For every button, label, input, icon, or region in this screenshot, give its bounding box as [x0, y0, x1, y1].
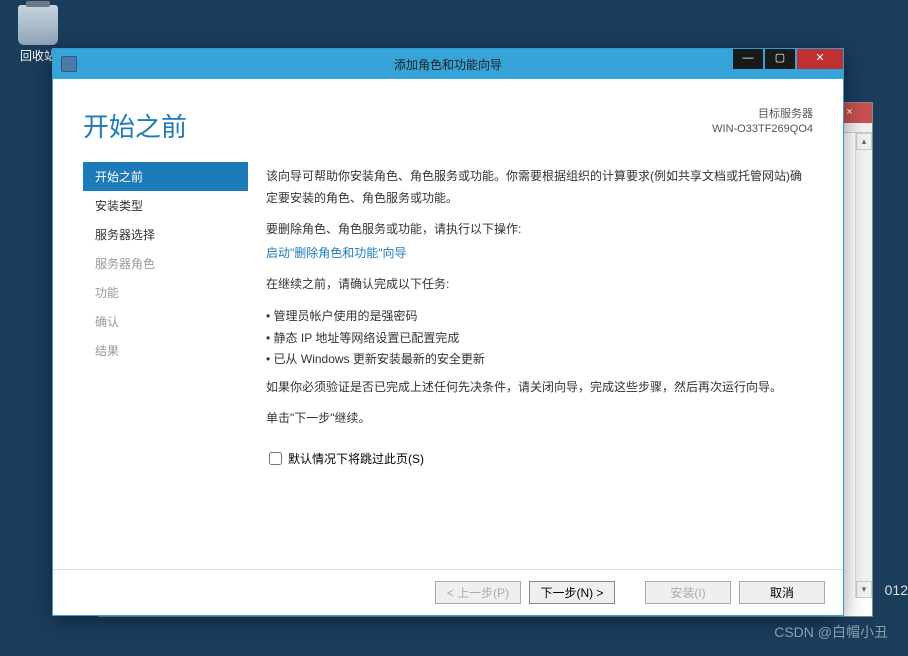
- sidebar-item-features: 功能: [83, 278, 248, 307]
- sidebar-item-results: 结果: [83, 336, 248, 365]
- sidebar-item-install-type[interactable]: 安装类型: [83, 191, 248, 220]
- add-roles-wizard-dialog: 添加角色和功能向导 — ▢ ✕ 开始之前 目标服务器 WIN-O33TF269Q…: [52, 48, 844, 616]
- continue-note: 单击"下一步"继续。: [266, 408, 813, 430]
- target-server-name: WIN-O33TF269QO4: [712, 122, 813, 137]
- sidebar-item-server-roles: 服务器角色: [83, 249, 248, 278]
- remove-roles-link[interactable]: 启动"删除角色和功能"向导: [266, 243, 813, 265]
- scroll-down-button[interactable]: ▾: [856, 581, 872, 598]
- wizard-app-icon: [61, 56, 77, 72]
- intro-text: 该向导可帮助你安装角色、角色服务或功能。你需要根据组织的计算要求(例如共享文档或…: [266, 166, 813, 209]
- skip-page-checkbox[interactable]: [269, 452, 282, 465]
- close-button[interactable]: ✕: [797, 49, 843, 69]
- wizard-header: 开始之前 目标服务器 WIN-O33TF269QO4: [53, 79, 843, 162]
- cancel-button[interactable]: 取消: [739, 581, 825, 604]
- wizard-main-content: 该向导可帮助你安装角色、角色服务或功能。你需要根据组织的计算要求(例如共享文档或…: [248, 162, 813, 440]
- task-strong-password: 管理员帐户使用的是强密码: [266, 306, 813, 328]
- remove-prompt: 要删除角色、角色服务或功能，请执行以下操作:: [266, 219, 813, 241]
- target-label: 目标服务器: [712, 107, 813, 122]
- sidebar-item-server-selection[interactable]: 服务器选择: [83, 220, 248, 249]
- verify-note: 如果你必须验证是否已完成上述任何先决条件，请关闭向导，完成这些步骤，然后再次运行…: [266, 377, 813, 399]
- sidebar-item-before-begin[interactable]: 开始之前: [83, 162, 248, 191]
- skip-page-row: 默认情况下将跳过此页(S): [53, 440, 843, 467]
- window-controls: — ▢ ✕: [731, 49, 843, 69]
- skip-page-label: 默认情况下将跳过此页(S): [288, 450, 424, 467]
- minimize-button[interactable]: —: [733, 49, 763, 69]
- tasks-list: 管理员帐户使用的是强密码 静态 IP 地址等网络设置已配置完成 已从 Windo…: [266, 306, 813, 371]
- scroll-up-button[interactable]: ▴: [856, 133, 872, 150]
- recycle-bin-icon: [18, 5, 58, 45]
- tasks-prompt: 在继续之前，请确认完成以下任务:: [266, 274, 813, 296]
- wizard-titlebar[interactable]: 添加角色和功能向导 — ▢ ✕: [53, 49, 843, 79]
- target-server-info: 目标服务器 WIN-O33TF269QO4: [712, 107, 813, 138]
- wizard-footer: < 上一步(P) 下一步(N) > 安装(I) 取消: [53, 569, 843, 615]
- watermark: CSDN @白帽小丑: [774, 622, 888, 642]
- clock-fragment: 012: [885, 582, 908, 598]
- task-windows-update: 已从 Windows 更新安装最新的安全更新: [266, 349, 813, 371]
- maximize-button[interactable]: ▢: [765, 49, 795, 69]
- next-button[interactable]: 下一步(N) >: [529, 581, 615, 604]
- task-static-ip: 静态 IP 地址等网络设置已配置完成: [266, 328, 813, 350]
- wizard-title: 添加角色和功能向导: [394, 56, 502, 73]
- wizard-sidebar: 开始之前 安装类型 服务器选择 服务器角色 功能 确认 结果: [83, 162, 248, 440]
- previous-button: < 上一步(P): [435, 581, 521, 604]
- wizard-content-row: 开始之前 安装类型 服务器选择 服务器角色 功能 确认 结果 该向导可帮助你安装…: [53, 162, 843, 440]
- page-title: 开始之前: [83, 107, 187, 144]
- sidebar-item-confirm: 确认: [83, 307, 248, 336]
- install-button: 安装(I): [645, 581, 731, 604]
- background-scrollbar[interactable]: ▴ ▾: [855, 133, 872, 598]
